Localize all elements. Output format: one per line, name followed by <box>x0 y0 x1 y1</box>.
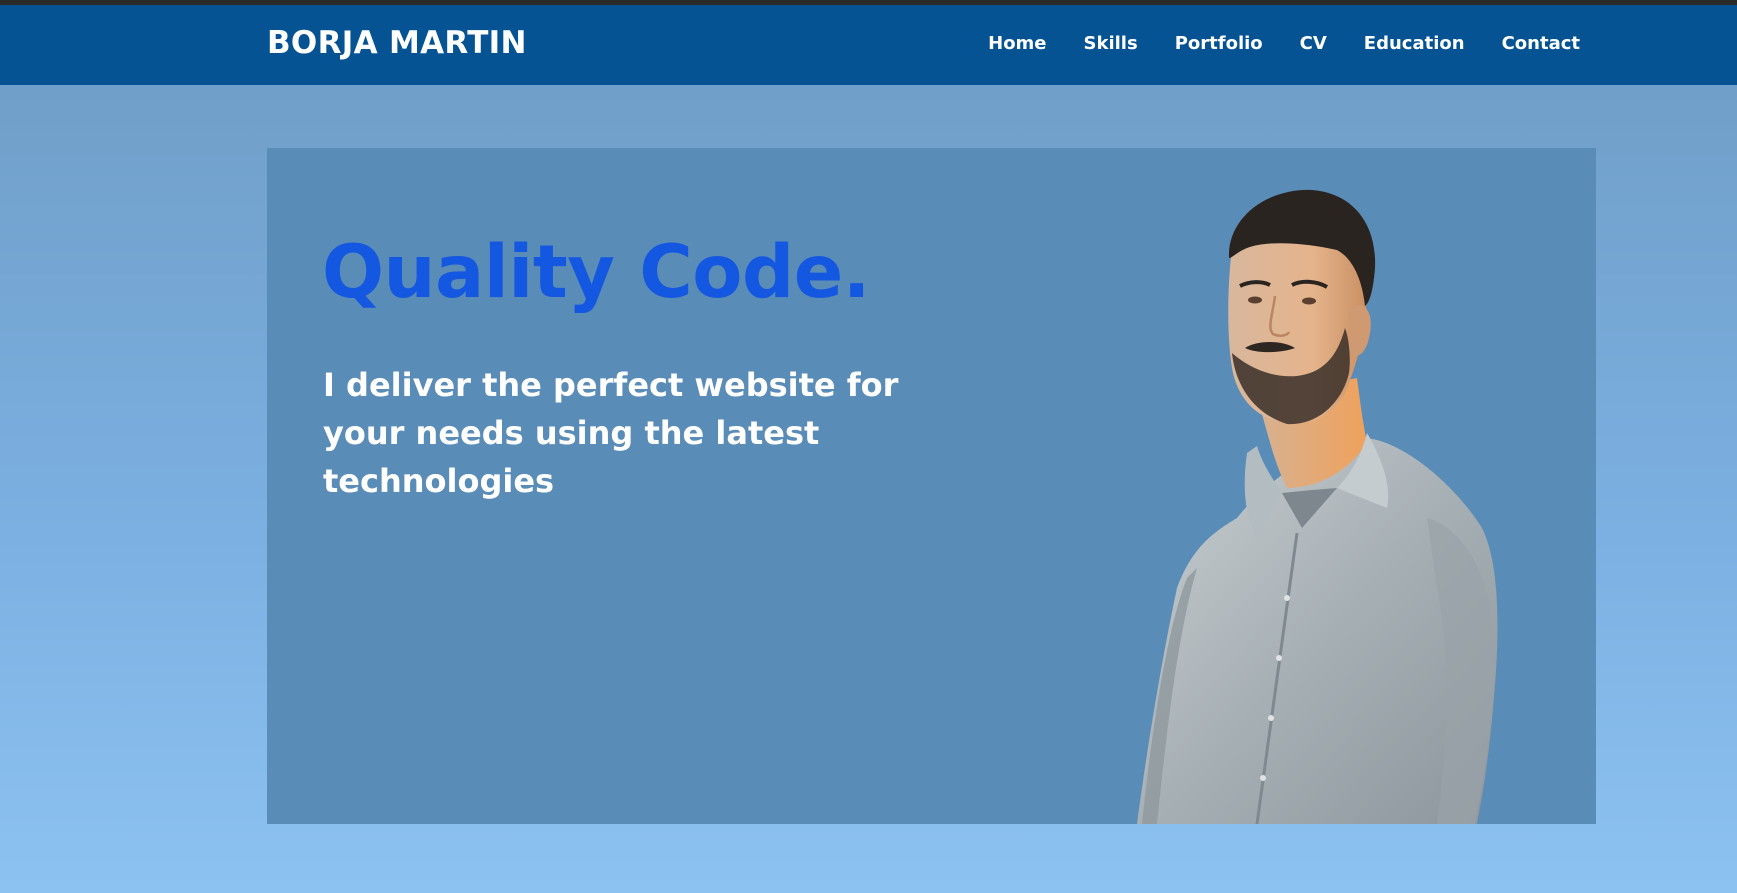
nav-link-cv[interactable]: CV <box>1300 33 1327 54</box>
main-nav: Home Skills Portfolio CV Education Conta… <box>970 33 1580 54</box>
nav-link-portfolio[interactable]: Portfolio <box>1175 33 1263 54</box>
navbar: BORJA MARTIN Home Skills Portfolio CV Ed… <box>0 5 1737 85</box>
hero-headline: Quality Code. <box>322 230 870 315</box>
hero-tagline: I deliver the perfect website for your n… <box>323 366 899 500</box>
nav-link-contact[interactable]: Contact <box>1502 33 1580 54</box>
nav-link-education[interactable]: Education <box>1364 33 1465 54</box>
hero-section: Quality Code. I deliver the perfect webs… <box>267 148 1596 824</box>
brand-logo-link[interactable]: BORJA MARTIN <box>267 25 527 61</box>
nav-link-skills[interactable]: Skills <box>1084 33 1138 54</box>
nav-link-home[interactable]: Home <box>988 33 1046 54</box>
portrait-photo <box>1137 189 1498 824</box>
